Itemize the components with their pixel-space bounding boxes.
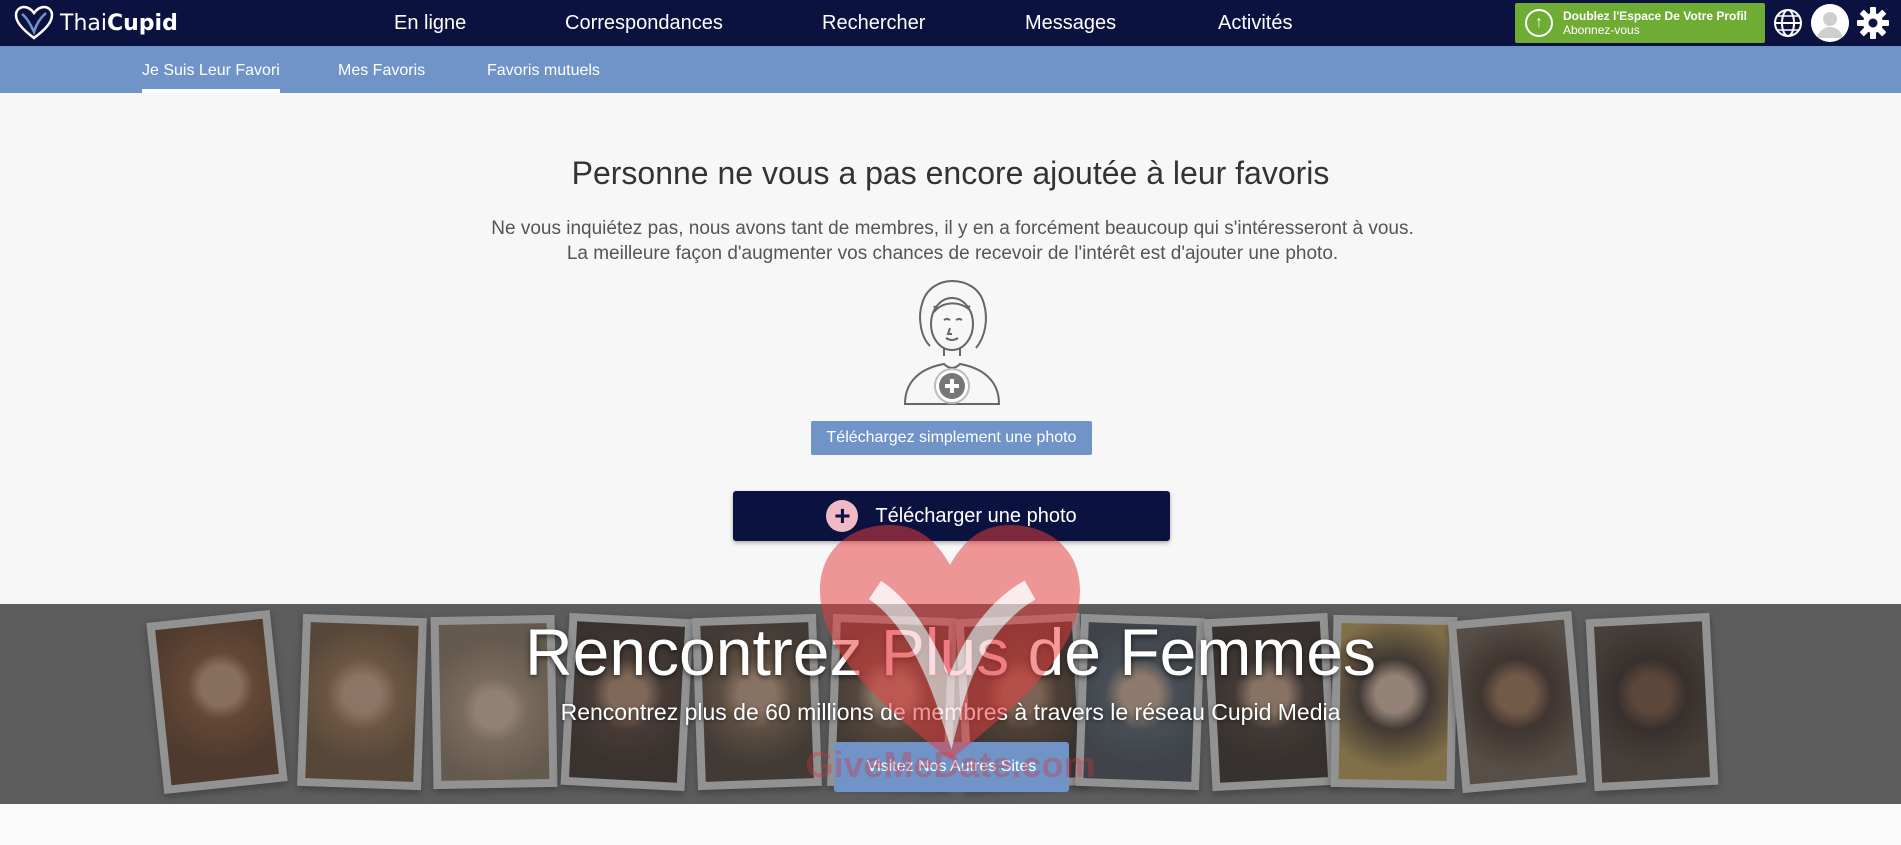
footer-strip bbox=[0, 804, 1901, 845]
page-title: Personne ne vous a pas encore ajoutée à … bbox=[571, 155, 1330, 191]
upload-photo-label: Télécharger une photo bbox=[875, 504, 1077, 527]
tab-my-favorites[interactable]: Mes Favoris bbox=[338, 46, 425, 93]
upgrade-title: Doublez l'Espace De Votre Profil bbox=[1563, 8, 1748, 23]
top-navbar: ThaiCupid En ligne Correspondances Reche… bbox=[0, 0, 1901, 46]
nav-messages[interactable]: Messages bbox=[1025, 0, 1116, 46]
avatar[interactable] bbox=[1811, 4, 1849, 42]
avatar-icon bbox=[1811, 4, 1849, 42]
plus-icon: + bbox=[826, 500, 859, 532]
upgrade-button[interactable]: ↑ Doublez l'Espace De Votre Profil Abonn… bbox=[1515, 3, 1765, 43]
logo-text: ThaiCupid bbox=[60, 10, 178, 36]
tab-mutual-favorites[interactable]: Favoris mutuels bbox=[487, 46, 600, 93]
heart-logo-icon bbox=[14, 5, 54, 40]
tab-i-am-their-favorite[interactable]: Je Suis Leur Favori bbox=[142, 46, 280, 93]
upgrade-subtitle: Abonnez-vous bbox=[1563, 23, 1640, 37]
promo-banner: Rencontrez Plus de Femmes Rencontrez plu… bbox=[0, 604, 1901, 804]
nav-activities[interactable]: Activités bbox=[1218, 0, 1292, 46]
gear-icon[interactable] bbox=[1856, 6, 1890, 40]
upgrade-text: Doublez l'Espace De Votre Profil Abonnez… bbox=[1563, 9, 1747, 38]
female-placeholder-icon bbox=[903, 279, 1001, 405]
page-description: Ne vous inquiétez pas, nous avons tant d… bbox=[491, 218, 1414, 264]
upload-photo-link-button[interactable]: Téléchargez simplement une photo bbox=[811, 421, 1092, 455]
upload-photo-button[interactable]: + Télécharger une photo bbox=[733, 491, 1170, 541]
banner-title: Rencontrez Plus de Femmes bbox=[524, 615, 1377, 689]
nav-matches[interactable]: Correspondances bbox=[565, 0, 723, 46]
arrow-up-icon: ↑ bbox=[1525, 9, 1553, 37]
favorites-subnav: Je Suis Leur Favori Mes Favoris Favoris … bbox=[0, 46, 1901, 93]
banner-subtitle: Rencontrez plus de 60 millions de membre… bbox=[560, 699, 1341, 725]
site-logo[interactable]: ThaiCupid bbox=[14, 5, 178, 41]
nav-search[interactable]: Rechercher bbox=[822, 0, 925, 46]
nav-online[interactable]: En ligne bbox=[394, 0, 466, 46]
visit-other-sites-button[interactable]: Visitez Nos Autres Sites bbox=[834, 742, 1069, 792]
globe-icon[interactable] bbox=[1772, 7, 1804, 39]
